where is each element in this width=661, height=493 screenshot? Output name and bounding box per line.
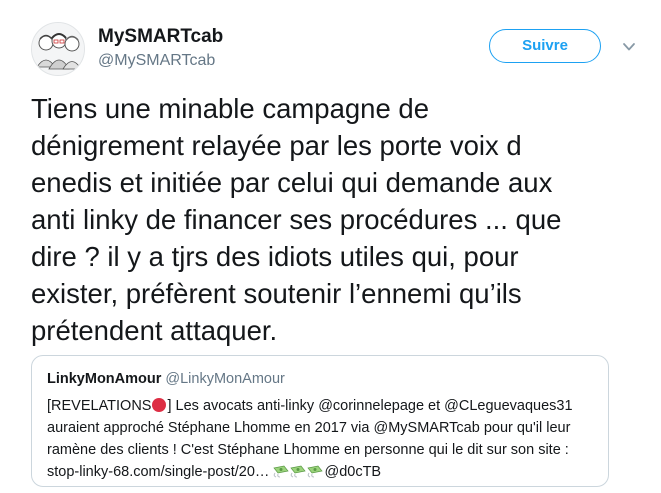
money-with-wings-icon <box>273 463 290 478</box>
quoted-tweet-text: [REVELATIONS ] Les avocats anti-linky @co… <box>47 395 602 483</box>
chevron-down-icon[interactable] <box>621 40 637 52</box>
quoted-text-line: stop-linky-68.com/single-post/20… @d0cTB <box>47 461 602 483</box>
author-handle[interactable]: @MySMARTcab <box>98 52 215 70</box>
money-with-wings-icon <box>307 463 324 478</box>
author-avatar[interactable] <box>31 22 85 76</box>
tweet-text-line: prétendent attaquer. <box>31 315 278 346</box>
follow-button[interactable]: Suivre <box>489 29 601 63</box>
quoted-text-line: auraient approché Stéphane Lhomme en 201… <box>47 420 571 436</box>
tweet-text-line: Tiens une minable campagne de <box>31 93 429 124</box>
quoted-text-line: ramène des clients ! C'est Stéphane Lhom… <box>47 442 569 458</box>
avatar-illustration-icon <box>32 23 84 75</box>
quoted-author-name: LinkyMonAmour <box>47 371 162 387</box>
red-circle-icon <box>152 398 167 412</box>
tweet-text-line: exister, préfèrent soutenir l’ennemi qu’… <box>31 278 522 309</box>
quoted-text-line: [REVELATIONS ] Les avocats anti-linky @co… <box>47 395 602 417</box>
quoted-link[interactable]: stop-linky-68.com/single-post/20… <box>47 464 269 480</box>
tweet-text-line: dénigrement relayée par les porte voix d <box>31 130 522 161</box>
tweet-text: Tiens une minable campagne de dénigremen… <box>31 90 641 349</box>
tweet-text-line: enedis et initiée par celui qui demande … <box>31 167 553 198</box>
tweet-card: MySMARTcab @MySMARTcab Suivre Tiens une … <box>0 0 661 493</box>
quoted-tweet[interactable]: LinkyMonAmour @LinkyMonAmour [REVELATIONS… <box>31 355 609 487</box>
quoted-text-segment: [REVELATIONS <box>47 398 152 414</box>
quoted-author-handle: @LinkyMonAmour <box>165 371 285 387</box>
quoted-text-segment: ] Les avocats anti-linky @corinnelepage … <box>167 398 573 414</box>
tweet-text-line: anti linky de financer ses procédures ..… <box>31 204 562 235</box>
money-with-wings-icon <box>290 463 307 478</box>
tweet-text-line: dire ? il y a tjrs des idiots utiles qui… <box>31 241 519 272</box>
quoted-mention[interactable]: @d0cTB <box>324 464 381 480</box>
quoted-tweet-header: LinkyMonAmour @LinkyMonAmour <box>47 371 285 387</box>
author-display-name[interactable]: MySMARTcab <box>98 26 223 48</box>
